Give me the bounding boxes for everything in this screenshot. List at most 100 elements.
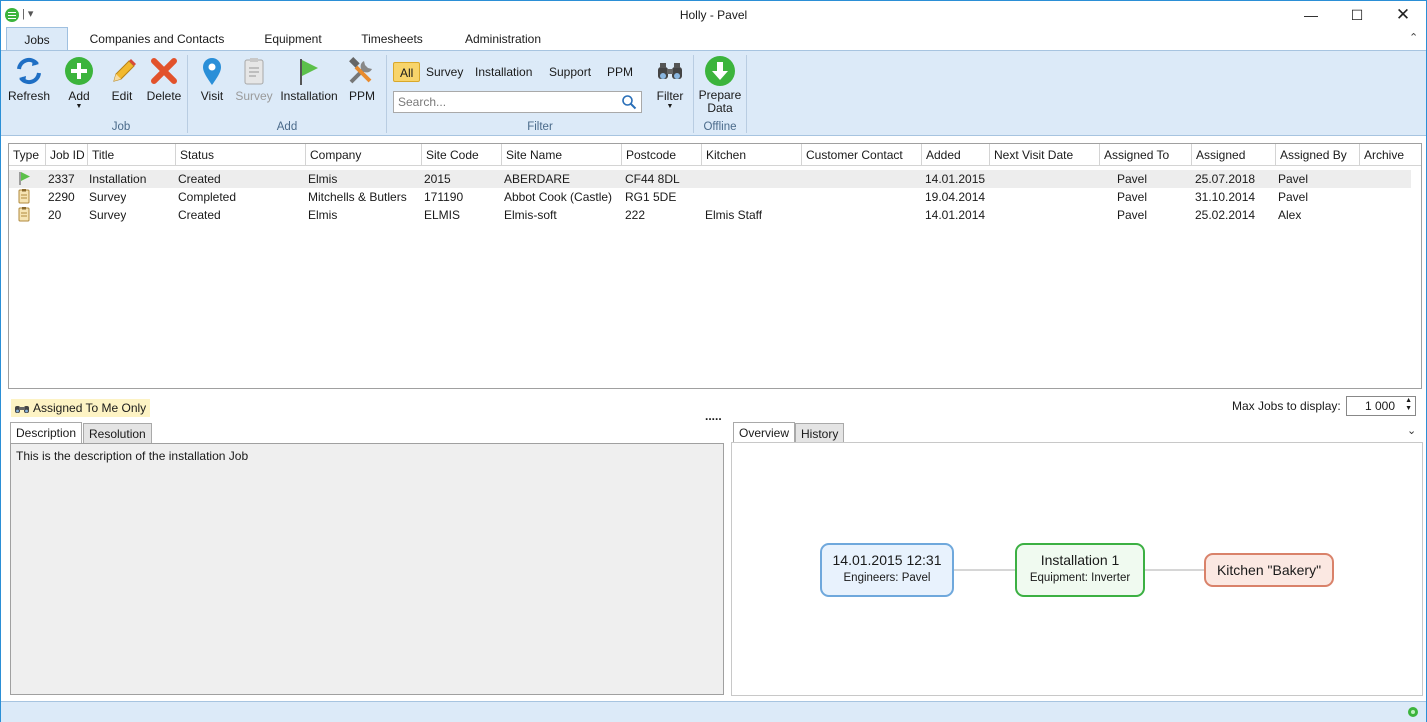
column-header-site-name[interactable]: Site Name [502,144,622,166]
cell-added: 14.01.2014 [925,208,986,222]
tab-companies-and-contacts[interactable]: Companies and Contacts [83,27,231,51]
group-label-filter: Filter [527,121,553,133]
column-header-site-code[interactable]: Site Code [422,144,502,166]
column-header-type[interactable]: Type [9,144,46,166]
group-separator [187,55,188,133]
splitter-handle[interactable]: ..... [705,409,722,423]
table-row[interactable]: 2290 Survey Completed Mitchells & Butler… [9,188,1411,206]
column-header-assigned[interactable]: Assigned [1192,144,1276,166]
filter-survey-button[interactable]: Survey [420,62,469,82]
filter-support-button[interactable]: Support [543,62,597,82]
search-input[interactable]: Search... [393,91,642,113]
tab-jobs[interactable]: Jobs [6,27,68,51]
cell-title: Installation [89,172,147,186]
cell-postcode: CF44 8DL [625,172,680,186]
cell-title: Survey [89,190,127,204]
description-text: This is the description of the installat… [16,449,249,463]
column-header-archive[interactable]: Archive [1360,144,1421,166]
collapse-ribbon-icon[interactable]: ⌃ [1409,31,1418,44]
table-row[interactable]: 20 Survey Created Elmis ELMIS Elmis-soft… [9,206,1411,224]
flag-icon [17,170,31,188]
app-window: | ▾ Holly - Pavel — ☐ ✕ Jobs Companies a… [0,0,1427,722]
table-row[interactable]: 2337 Installation Created Elmis 2015 ABE… [9,170,1411,188]
max-jobs-value: 1 000 [1364,399,1395,413]
column-header-job-id[interactable]: Job ID [46,144,88,166]
ppm-label: PPM [348,89,375,103]
search-placeholder: Search... [398,95,447,109]
add-icon [63,55,95,87]
refresh-icon [13,55,45,87]
delete-label: Delete [146,89,182,103]
edit-button[interactable]: Edit [105,55,139,103]
column-header-next-visit-date[interactable]: Next Visit Date [990,144,1100,166]
column-header-assigned-to[interactable]: Assigned To [1100,144,1192,166]
visit-button[interactable]: Visit [195,55,229,103]
column-header-company[interactable]: Company [306,144,422,166]
filter-button[interactable]: Filter ▼ [652,55,688,111]
column-header-assigned-by[interactable]: Assigned By [1276,144,1360,166]
panel-collapse-icon[interactable]: ⌄ [1407,424,1416,437]
tab-administration[interactable]: Administration [456,27,550,51]
tab-equipment[interactable]: Equipment [253,27,333,51]
cell-kitchen: Elmis Staff [705,208,763,222]
tab-resolution[interactable]: Resolution [83,423,152,444]
column-header-kitchen[interactable]: Kitchen [702,144,802,166]
data-label: Data [707,101,733,115]
cell-job-id: 2290 [48,190,75,204]
jobs-grid[interactable]: Type Job ID Title Status Company Site Co… [8,143,1422,389]
tab-overview[interactable]: Overview [733,422,796,443]
assigned-to-me-only-label: Assigned To Me Only [33,401,147,415]
node-visit-subtitle: Engineers: Pavel [843,572,931,584]
overview-node-installation[interactable]: Installation 1 Equipment: Inverter [1015,543,1145,597]
add-button[interactable]: Add ▼ [61,55,97,111]
installation-button[interactable]: Installation [277,55,341,103]
survey-button[interactable]: Survey [235,55,273,103]
maximize-icon[interactable]: ☐ [1334,1,1380,29]
filter-ppm-button[interactable]: PPM [601,62,639,82]
node-visit-title: 14.01.2015 12:31 [832,552,942,568]
column-header-status[interactable]: Status [176,144,306,166]
cell-site-name: Elmis-soft [504,208,557,222]
status-bar [1,701,1426,722]
title-bar: | ▾ Holly - Pavel — ☐ ✕ [1,1,1426,29]
tab-history[interactable]: History [795,423,845,444]
prepare-data-button[interactable]: Prepare Data [698,55,742,115]
overview-node-visit[interactable]: 14.01.2015 12:31 Engineers: Pavel [820,543,954,597]
filter-installation-button[interactable]: Installation [469,62,538,82]
description-text-area[interactable]: This is the description of the installat… [10,443,724,695]
column-header-title[interactable]: Title [88,144,176,166]
cell-added: 14.01.2015 [925,172,986,186]
overview-node-kitchen[interactable]: Kitchen "Bakery" [1204,553,1334,587]
stepper-arrows-icon[interactable]: ▲ ▼ [1405,397,1412,413]
assigned-to-me-only-toggle[interactable]: Assigned To Me Only [11,399,151,417]
cell-site-code: 171190 [424,190,464,204]
filter-all-button[interactable]: All [393,62,421,82]
cell-title: Survey [89,208,127,222]
delete-button[interactable]: Delete [145,55,183,103]
cell-company: Mitchells & Butlers [308,190,407,204]
main-tabs: Jobs Companies and Contacts Equipment Ti… [1,27,1426,51]
tab-description[interactable]: Description [10,422,83,443]
minimize-icon[interactable]: — [1288,1,1334,29]
close-icon[interactable]: ✕ [1380,1,1426,29]
cell-added: 19.04.2014 [925,190,986,204]
map-pin-icon [196,55,228,87]
delete-icon [148,55,180,87]
add-label: Add [68,89,90,103]
ppm-button[interactable]: PPM [345,55,379,103]
cell-kitchen [701,170,705,188]
cell-postcode: RG1 5DE [625,190,677,204]
column-header-added[interactable]: Added [922,144,990,166]
column-header-customer-contact[interactable]: Customer Contact [802,144,922,166]
refresh-button[interactable]: Refresh [7,55,51,103]
max-jobs-stepper[interactable]: 1 000 ▲ ▼ [1346,396,1416,416]
column-header-postcode[interactable]: Postcode [622,144,702,166]
cell-assigned-to: Pavel [1117,190,1148,204]
tab-timesheets[interactable]: Timesheets [356,27,428,51]
group-label-job: Job [111,121,131,133]
search-icon[interactable] [621,94,637,113]
tools-icon [346,55,378,87]
connection-status-icon [1406,705,1420,722]
cell-status: Created [178,172,221,186]
dropdown-arrow-icon: ▼ [666,103,674,110]
